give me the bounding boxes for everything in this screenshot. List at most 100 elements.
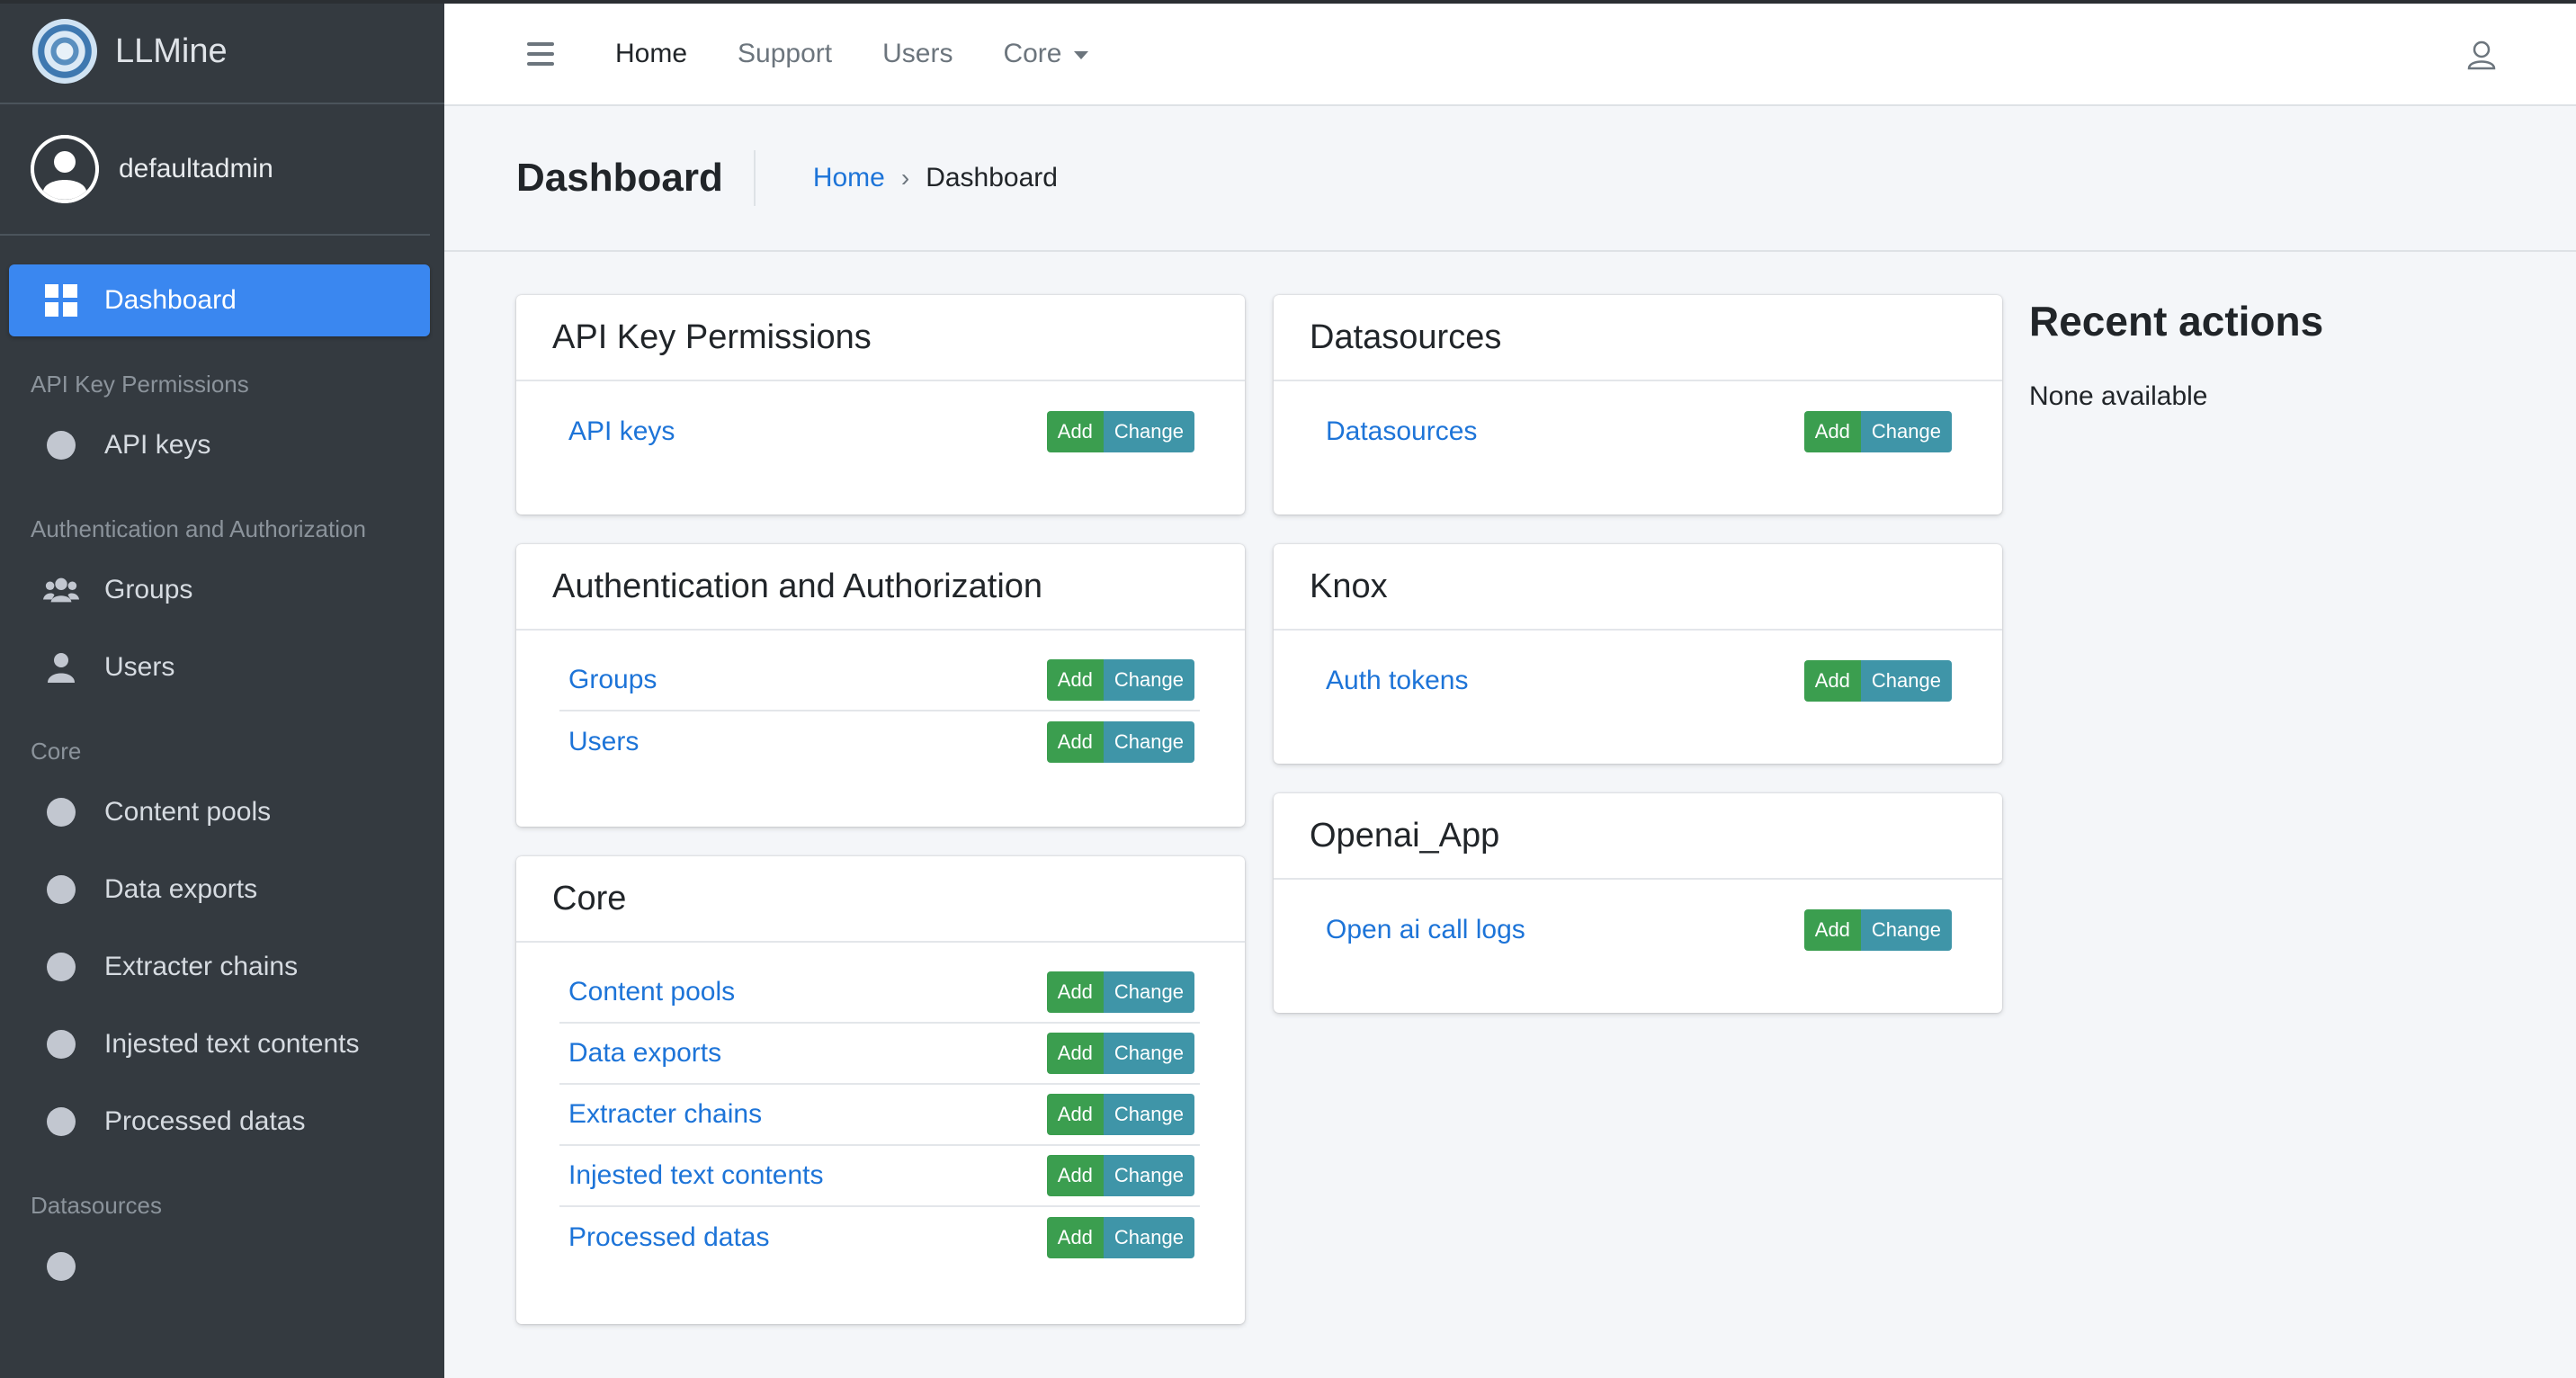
add-button[interactable]: Add xyxy=(1046,721,1104,763)
model-link-groups[interactable]: Groups xyxy=(568,665,657,695)
user-panel: defaultadmin xyxy=(0,104,430,236)
content-header: Dashboard Home › Dashboard xyxy=(444,106,2576,252)
model-row: Extracter chains Add Change xyxy=(559,1085,1200,1146)
sidebar-item-processed-datas[interactable]: Processed datas xyxy=(9,1086,430,1158)
sidebar-item-dashboard[interactable]: Dashboard xyxy=(9,264,430,336)
card-title: Core xyxy=(516,856,1245,943)
sidebar-item-label: Processed datas xyxy=(104,1106,306,1136)
nav-link-support[interactable]: Support xyxy=(738,39,832,69)
model-link-auth-tokens[interactable]: Auth tokens xyxy=(1326,666,1468,696)
change-button[interactable]: Change xyxy=(1103,1033,1194,1074)
add-button[interactable]: Add xyxy=(1046,1217,1104,1258)
recent-actions-empty-text: None available xyxy=(2029,381,2208,411)
page-title: Dashboard xyxy=(516,150,756,206)
sidebar-item-groups[interactable]: Groups xyxy=(9,554,430,626)
model-link-extracter-chains[interactable]: Extracter chains xyxy=(568,1099,762,1130)
sidebar-item-injested-text-contents[interactable]: Injested text contents xyxy=(9,1008,430,1080)
sidebar-item-label: API keys xyxy=(104,430,211,460)
recent-actions-title: Recent actions xyxy=(2029,298,2324,344)
model-row: Groups Add Change xyxy=(559,650,1200,711)
add-button[interactable]: Add xyxy=(1046,411,1104,452)
sidebar-item-label: Injested text contents xyxy=(104,1029,360,1059)
card-title: API Key Permissions xyxy=(516,295,1245,381)
sidebar-item-data-exports[interactable]: Data exports xyxy=(9,854,430,926)
sidebar-item-label: Groups xyxy=(104,575,193,604)
model-link-data-exports[interactable]: Data exports xyxy=(568,1038,721,1069)
add-button[interactable]: Add xyxy=(1046,659,1104,701)
menu-toggle-icon[interactable] xyxy=(527,42,563,66)
change-button[interactable]: Change xyxy=(1103,1094,1194,1135)
add-button[interactable]: Add xyxy=(1803,660,1861,702)
model-row: Injested text contents Add Change xyxy=(559,1146,1200,1207)
breadcrumb-current: Dashboard xyxy=(926,163,1058,192)
model-link-datasources[interactable]: Datasources xyxy=(1326,416,1477,447)
sidebar-item-api-keys[interactable]: API keys xyxy=(9,409,430,481)
sidebar-section-header: API Key Permissions xyxy=(31,371,249,398)
model-link-api-keys[interactable]: API keys xyxy=(568,416,675,447)
model-row: Datasources Add Change xyxy=(1317,401,1957,462)
user-menu-icon[interactable] xyxy=(2466,40,2497,70)
brand-link[interactable]: LLMine xyxy=(0,0,444,104)
brand-logo-icon xyxy=(32,19,97,84)
add-button[interactable]: Add xyxy=(1803,411,1861,452)
brand-name: LLMine xyxy=(115,31,228,70)
card-title: Authentication and Authorization xyxy=(516,544,1245,631)
nav-link-users[interactable]: Users xyxy=(882,39,953,69)
sidebar-section-header: Core xyxy=(31,738,82,765)
change-button[interactable]: Change xyxy=(1103,971,1194,1013)
window-top-border xyxy=(0,0,2576,4)
app-card-core: Core Content pools Add Change Data export… xyxy=(516,856,1245,1324)
app-card-authentication: Authentication and Authorization Groups … xyxy=(516,544,1245,827)
app-card-api-key-permissions: API Key Permissions API keys Add Change xyxy=(516,295,1245,515)
sidebar-section-header: Datasources xyxy=(31,1192,162,1219)
nav-dropdown-label: Core xyxy=(1003,39,1062,68)
model-row: Auth tokens Add Change xyxy=(1317,650,1957,711)
sidebar-section-header: Authentication and Authorization xyxy=(31,515,366,542)
breadcrumb-home-link[interactable]: Home xyxy=(813,163,885,193)
model-row: Content pools Add Change xyxy=(559,962,1200,1024)
change-button[interactable]: Change xyxy=(1103,659,1194,701)
circle-icon xyxy=(47,1107,76,1136)
add-button[interactable]: Add xyxy=(1046,971,1104,1013)
sidebar-nav: Dashboard API Key Permissions API keys A… xyxy=(0,236,444,1302)
circle-icon xyxy=(47,431,76,460)
circle-icon xyxy=(47,875,76,904)
circle-icon xyxy=(47,1252,76,1281)
sidebar: LLMine defaultadmin Dashboard API Key Pe… xyxy=(0,0,444,1378)
circle-icon xyxy=(47,953,76,981)
change-button[interactable]: Change xyxy=(1103,721,1194,763)
card-title: Openai_App xyxy=(1274,793,2002,880)
app-card-datasources: Datasources Datasources Add Change xyxy=(1274,295,2002,515)
nav-dropdown-core[interactable]: Core xyxy=(1003,39,1089,69)
user-name-link[interactable]: defaultadmin xyxy=(119,154,273,184)
change-button[interactable]: Change xyxy=(1103,411,1194,452)
dashboard-grid-icon xyxy=(43,282,79,318)
app-card-openai-app: Openai_App Open ai call logs Add Change xyxy=(1274,793,2002,1013)
change-button[interactable]: Change xyxy=(1860,411,1952,452)
change-button[interactable]: Change xyxy=(1103,1217,1194,1258)
users-group-icon xyxy=(43,572,79,608)
sidebar-item-datasources-partial[interactable] xyxy=(9,1230,430,1302)
change-button[interactable]: Change xyxy=(1860,660,1952,702)
caret-down-icon xyxy=(1074,50,1089,59)
change-button[interactable]: Change xyxy=(1103,1155,1194,1196)
sidebar-item-label: Data exports xyxy=(104,874,258,904)
add-button[interactable]: Add xyxy=(1803,909,1861,951)
model-link-users[interactable]: Users xyxy=(568,727,639,757)
app-card-knox: Knox Auth tokens Add Change xyxy=(1274,544,2002,764)
breadcrumb: Home › Dashboard xyxy=(813,163,1058,193)
nav-link-home[interactable]: Home xyxy=(615,39,687,69)
sidebar-item-users[interactable]: Users xyxy=(9,631,430,703)
model-row: Open ai call logs Add Change xyxy=(1317,899,1957,961)
change-button[interactable]: Change xyxy=(1860,909,1952,951)
add-button[interactable]: Add xyxy=(1046,1033,1104,1074)
sidebar-item-label: Dashboard xyxy=(104,285,237,315)
model-link-open-ai-call-logs[interactable]: Open ai call logs xyxy=(1326,915,1525,945)
model-link-content-pools[interactable]: Content pools xyxy=(568,977,735,1007)
model-link-processed-datas[interactable]: Processed datas xyxy=(568,1222,769,1253)
sidebar-item-extracter-chains[interactable]: Extracter chains xyxy=(9,931,430,1003)
add-button[interactable]: Add xyxy=(1046,1094,1104,1135)
model-link-injested-text-contents[interactable]: Injested text contents xyxy=(568,1160,824,1191)
add-button[interactable]: Add xyxy=(1046,1155,1104,1196)
sidebar-item-content-pools[interactable]: Content pools xyxy=(9,776,430,848)
